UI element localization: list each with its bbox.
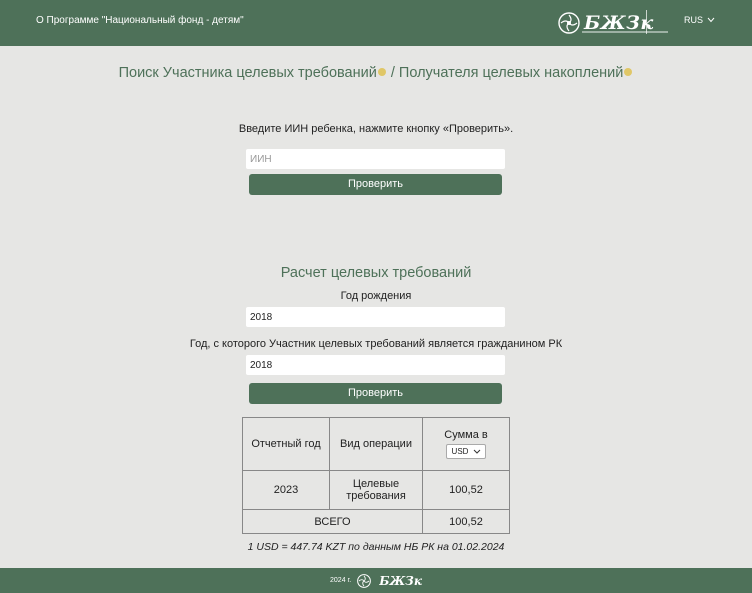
total-amount: 100,52 [422,509,510,534]
logo-text: БЖЗк [584,11,654,34]
footer-content: 2024 г. БЖЗк [0,568,752,593]
currency-value: USD [451,447,469,456]
iin-input[interactable] [246,149,505,169]
header-amount-label: Сумма в [444,429,488,441]
iin-instruction: Введите ИИН ребенка, нажмите кнопку «Про… [238,123,514,135]
logo-subtitle-line [582,31,668,33]
exchange-rate-note: 1 USD = 447.74 KZT по данным НБ РК на 01… [247,541,505,553]
search-title-part2: Получателя целевых накоплений [398,65,624,81]
row-amount: 100,52 [422,470,510,510]
results-table: Отчетный год Вид операции Сумма в USD 20… [242,417,510,534]
footer-logo-text[interactable]: БЖЗк [379,574,422,588]
total-label: ВСЕГО [242,509,423,534]
calculate-button[interactable]: Проверить [249,383,502,404]
info-dot-icon[interactable] [624,68,633,77]
currency-select[interactable]: USD [445,444,487,459]
chevron-down-icon [474,449,481,454]
header-report-year: Отчетный год [242,417,330,471]
citizen-year-label: Год, с которого Участник целевых требова… [189,338,563,350]
language-selector[interactable]: RUS [684,15,715,25]
birth-year-input[interactable] [246,307,505,327]
table-header-row: Отчетный год Вид операции Сумма в USD [242,417,510,471]
header-divider [646,10,647,34]
chevron-down-icon [707,17,715,23]
header-operation-type: Вид операции [329,417,423,471]
about-program-link[interactable]: О Программе "Национальный фонд - детям" [36,15,244,26]
check-iin-button[interactable]: Проверить [249,174,502,195]
citizen-year-input[interactable] [246,355,505,375]
search-title-separator: / [390,65,395,81]
birth-year-label: Год рождения [340,290,412,302]
search-title-part1: Поиск Участника целевых требований [118,65,377,81]
row-operation: Целевые требования [329,470,423,510]
header: О Программе "Национальный фонд - детям" … [0,0,752,46]
calc-title: Расчет целевых требований [280,265,472,281]
logo[interactable]: БЖЗк [558,9,668,37]
language-label: RUS [684,15,704,25]
logo-emblem-icon [558,12,580,34]
search-title: Поиск Участника целевых требований / Пол… [0,65,752,81]
footer-year: 2024 г. [330,577,352,584]
table-row: 2023 Целевые требования 100,52 [242,470,510,510]
footer-logo-emblem-icon [357,573,372,588]
table-total-row: ВСЕГО 100,52 [242,509,510,534]
row-year: 2023 [242,470,330,510]
footer: 2024 г. БЖЗк [0,568,752,593]
header-amount: Сумма в USD [422,417,510,471]
info-dot-icon[interactable] [377,68,386,77]
